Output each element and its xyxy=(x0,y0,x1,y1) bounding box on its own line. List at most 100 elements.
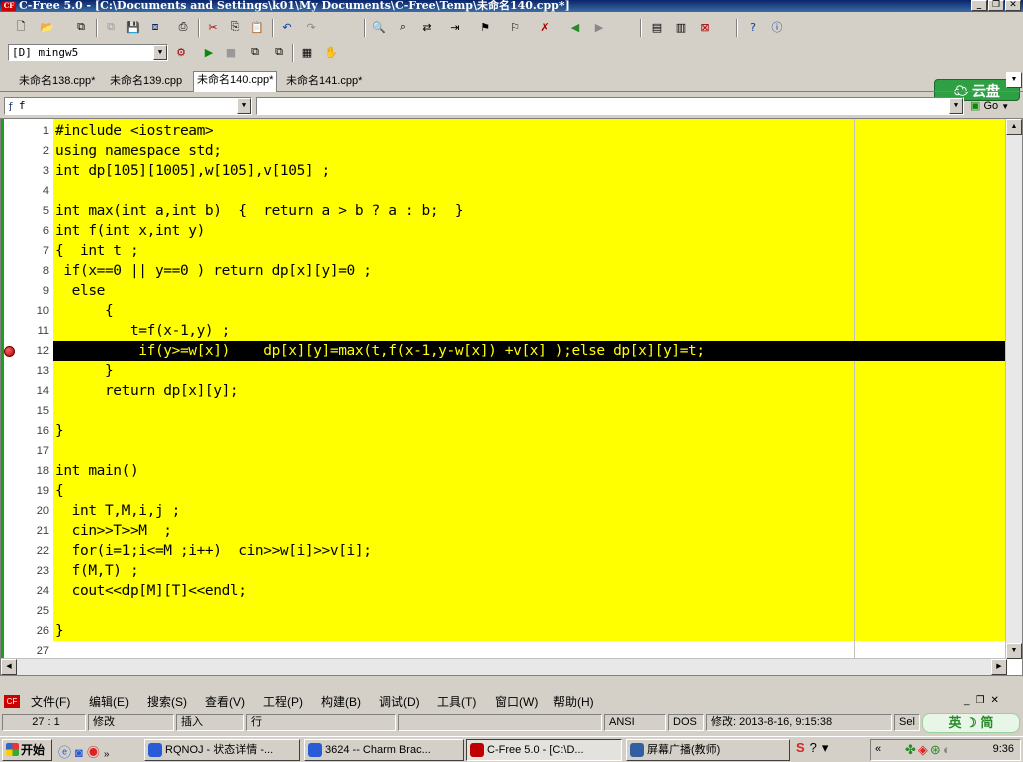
menu-file[interactable]: 文件(F) xyxy=(31,694,70,710)
antivirus-icon[interactable]: ⊛ xyxy=(930,742,943,757)
code-line[interactable]: 26} xyxy=(1,621,1007,641)
code-line[interactable]: 22 for(i=1;i<=M ;i++) cin>>w[i]>>v[i]; xyxy=(1,541,1007,561)
menu-search[interactable]: 搜索(S) xyxy=(147,694,187,710)
mdi-restore-icon[interactable]: ❐ xyxy=(976,695,991,706)
app-menu-icon[interactable]: CF xyxy=(4,695,20,708)
restore-button[interactable]: ❐ xyxy=(988,0,1004,11)
scroll-right-icon[interactable]: ▶ xyxy=(991,659,1007,675)
forward-arrow-icon[interactable]: ▶ xyxy=(590,18,608,36)
code-line[interactable]: 17 xyxy=(1,441,1007,461)
ie-icon[interactable]: ⓔ xyxy=(58,745,75,760)
code-line[interactable]: 12 if(y>=w[x]) dp[x][y]=max(t,f(x-1,y-w[… xyxy=(1,341,1007,361)
tab-untitled-141[interactable]: 未命名141.cpp* xyxy=(283,73,365,91)
sogou-icon[interactable]: S xyxy=(796,740,810,755)
code-line[interactable]: 14 return dp[x][y]; xyxy=(1,381,1007,401)
mdi-close-icon[interactable]: ✕ xyxy=(991,695,1005,706)
code-line[interactable]: 21 cin>>T>>M ; xyxy=(1,521,1007,541)
menu-chevron-icon[interactable]: ▾ xyxy=(822,740,834,755)
code-line[interactable]: 15 xyxy=(1,401,1007,421)
project-window-icon[interactable]: ▤ xyxy=(648,18,666,36)
symbol-select[interactable]: ▼ xyxy=(256,97,964,115)
menu-window[interactable]: 窗口(W) xyxy=(495,694,538,710)
tab-list-chevron-icon[interactable]: ▼ xyxy=(1006,72,1022,88)
code-line[interactable]: 4 xyxy=(1,181,1007,201)
open-folder-icon[interactable]: 📂 xyxy=(38,18,56,36)
code-line[interactable]: 25 xyxy=(1,601,1007,621)
task-screen-broadcast[interactable]: 屏幕广播(教师) xyxy=(626,739,790,761)
help-icon[interactable]: ? xyxy=(744,18,762,36)
menu-view[interactable]: 查看(V) xyxy=(205,694,245,710)
horizontal-scrollbar[interactable]: ◀ ▶ xyxy=(1,658,1007,675)
menu-project[interactable]: 工程(P) xyxy=(263,694,303,710)
compiler-select[interactable]: [D] mingw5 ▼ xyxy=(8,44,168,61)
network-icon[interactable]: ✤ xyxy=(905,742,918,757)
build-icon[interactable]: ⧉ xyxy=(246,43,264,61)
more-chevron-icon[interactable]: » xyxy=(104,749,114,760)
menu-tools[interactable]: 工具(T) xyxy=(437,694,476,710)
task-cfree[interactable]: C-Free 5.0 - [C:\D... xyxy=(466,739,622,761)
symbol-chevron-down-icon[interactable]: ▼ xyxy=(949,98,963,114)
code-line[interactable]: 11 t=f(x-1,y) ; xyxy=(1,321,1007,341)
goto-line-icon[interactable]: ⇥ xyxy=(446,18,464,36)
cut-icon[interactable]: ✂ xyxy=(204,18,222,36)
code-line[interactable]: 3 int dp[105][1005],w[105],v[105] ; xyxy=(1,161,1007,181)
next-bookmark-icon[interactable]: ⚐ xyxy=(506,18,524,36)
code-line[interactable]: 13 } xyxy=(1,361,1007,381)
compile-icon[interactable]: ⚙ xyxy=(172,43,190,61)
code-line[interactable]: 24 cout<<dp[M][T]<<endl; xyxy=(1,581,1007,601)
close-window-icon[interactable]: ⊠ xyxy=(696,18,714,36)
menu-debug[interactable]: 调试(D) xyxy=(379,694,420,710)
menu-build[interactable]: 构建(B) xyxy=(321,694,361,710)
debug-icon[interactable]: ▦ xyxy=(298,43,316,61)
code-line[interactable]: 1 #include <iostream> xyxy=(1,121,1007,141)
code-line[interactable]: 8 if(x==0 || y==0 ) return dp[x][y]=0 ; xyxy=(1,261,1007,281)
output-window-icon[interactable]: ▥ xyxy=(672,18,690,36)
task-charm-bracelet[interactable]: 3624 -- Charm Brac... xyxy=(304,739,464,761)
ime-indicator[interactable]: 英 ☽ 简 xyxy=(922,713,1020,733)
hand-icon[interactable]: ✋ xyxy=(322,43,340,61)
run-icon[interactable]: ▶ xyxy=(200,43,218,61)
rebuild-icon[interactable]: ⧉ xyxy=(270,43,288,61)
volume-icon[interactable]: ◐ xyxy=(943,742,953,757)
code-line[interactable]: 23 f(M,T) ; xyxy=(1,561,1007,581)
scroll-left-icon[interactable]: ◀ xyxy=(1,659,17,675)
save-icon[interactable]: 💾 xyxy=(124,18,142,36)
code-line[interactable]: 10 { xyxy=(1,301,1007,321)
open-project-icon[interactable]: ⧉ xyxy=(72,18,90,36)
code-line[interactable]: 18 int main() xyxy=(1,461,1007,481)
code-line[interactable]: 2 using namespace std; xyxy=(1,141,1007,161)
security-icon[interactable]: ◈ xyxy=(918,742,930,757)
tab-untitled-138[interactable]: 未命名138.cpp* xyxy=(16,73,98,91)
start-button[interactable]: 开始 xyxy=(2,739,52,761)
chevron-down-icon[interactable]: ▼ xyxy=(153,45,167,60)
clock[interactable]: 9:36 xyxy=(993,743,1014,755)
find-icon[interactable]: 🔍 xyxy=(370,18,388,36)
reload-icon[interactable]: ⧉ xyxy=(102,18,120,36)
vertical-scrollbar[interactable]: ▲ ▼ xyxy=(1005,119,1022,659)
clear-bookmark-icon[interactable]: ✗ xyxy=(536,18,554,36)
code-line[interactable]: 16} xyxy=(1,421,1007,441)
go-button[interactable]: ▣ Go ▼ xyxy=(970,97,1020,115)
find-in-files-icon[interactable]: ⌕ xyxy=(394,18,412,36)
help-tray-icon[interactable]: ? xyxy=(810,740,822,755)
code-line[interactable]: 9 else xyxy=(1,281,1007,301)
menu-edit[interactable]: 编辑(E) xyxy=(89,694,129,710)
task-rqnoj[interactable]: RQNOJ - 状态详情 -... xyxy=(144,739,300,761)
back-arrow-icon[interactable]: ◀ xyxy=(566,18,584,36)
save-all-icon[interactable]: ⧈ xyxy=(146,18,164,36)
code-editor[interactable]: 1 #include <iostream> 2 using namespace std… xyxy=(0,118,1023,676)
mdi-minimize-icon[interactable]: _ xyxy=(964,695,976,706)
tab-untitled-140[interactable]: 未命名140.cpp* xyxy=(193,71,278,92)
code-line[interactable]: 19 { xyxy=(1,481,1007,501)
redo-icon[interactable]: ↷ xyxy=(302,18,320,36)
media-player-icon[interactable]: ◉ xyxy=(87,745,104,760)
copy-icon[interactable]: ⎘ xyxy=(226,18,244,36)
code-line[interactable]: 6 int f(int x,int y) xyxy=(1,221,1007,241)
replace-icon[interactable]: ⇄ xyxy=(418,18,436,36)
toggle-bookmark-icon[interactable]: ⚑ xyxy=(476,18,494,36)
scroll-down-icon[interactable]: ▼ xyxy=(1006,643,1022,659)
new-file-icon[interactable]: 🗋 xyxy=(12,18,30,36)
desktop-icon[interactable]: ◙ xyxy=(75,745,87,760)
stop-icon[interactable]: ■ xyxy=(222,43,240,61)
function-select[interactable]: ƒ f ▼ xyxy=(4,97,252,115)
